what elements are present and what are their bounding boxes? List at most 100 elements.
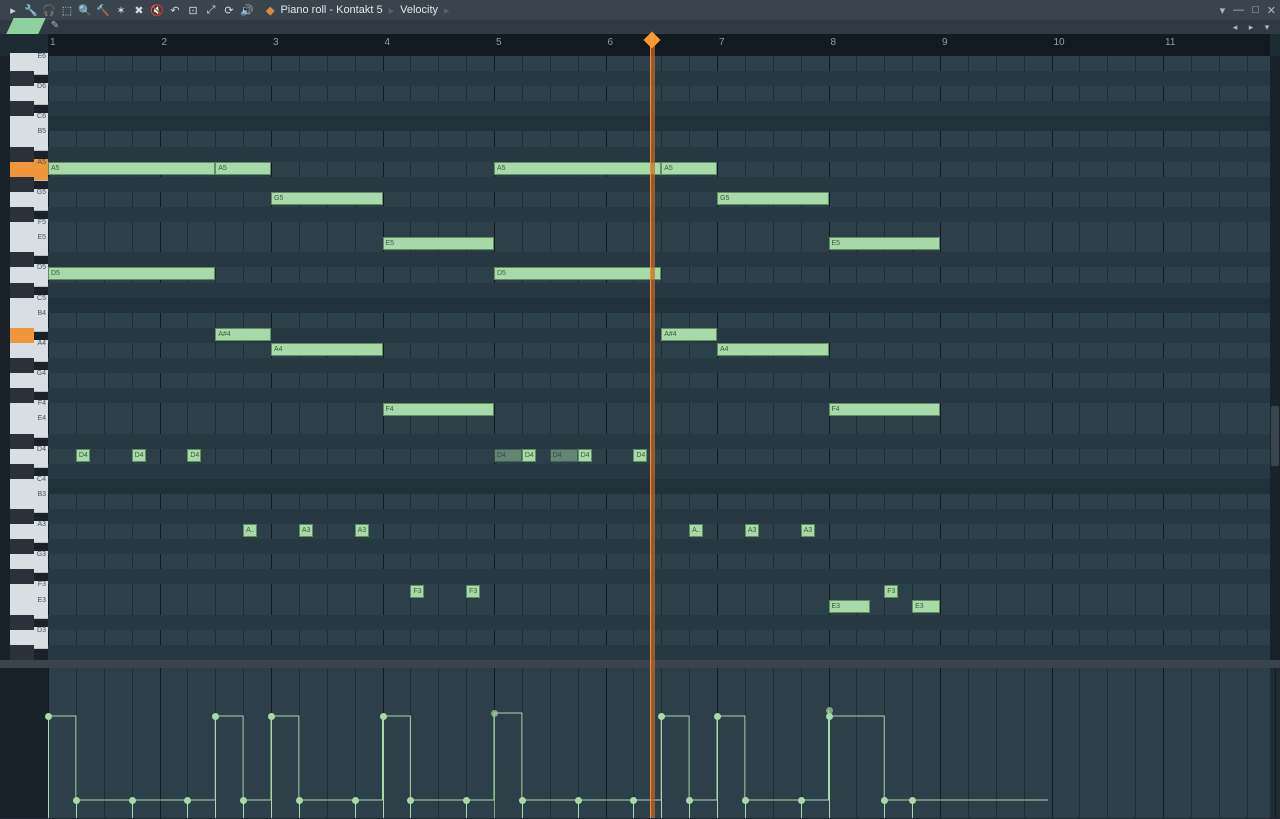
tool-icon-1[interactable]: 🔧 [24, 4, 38, 17]
black-key[interactable] [10, 434, 34, 449]
velocity-stick[interactable] [76, 800, 77, 818]
window-button-0[interactable]: ▾ [1220, 4, 1226, 17]
midi-note[interactable]: D4 [578, 449, 592, 462]
velocity-stick[interactable] [522, 800, 523, 818]
midi-note[interactable]: F4 [383, 403, 495, 416]
black-key[interactable] [10, 615, 34, 630]
black-key[interactable] [10, 101, 34, 116]
midi-note[interactable]: D4 [187, 449, 201, 462]
velocity-stick[interactable] [271, 716, 272, 818]
midi-note[interactable]: D4 [494, 449, 522, 462]
midi-note[interactable]: D4 [550, 449, 578, 462]
velocity-stick[interactable] [829, 716, 830, 818]
black-key[interactable] [10, 464, 34, 479]
midi-note[interactable]: A4 [717, 343, 829, 356]
midi-note[interactable]: A5 [215, 162, 271, 175]
black-key[interactable] [10, 645, 34, 660]
window-button-3[interactable]: ✕ [1267, 4, 1276, 17]
vertical-scrollbar[interactable] [1270, 56, 1280, 660]
velocity-stick[interactable] [717, 716, 718, 818]
velocity-stick[interactable] [912, 800, 913, 818]
velocity-stick[interactable] [578, 800, 579, 818]
tool-icon-4[interactable]: 🔍 [78, 4, 92, 17]
velocity-stick[interactable] [187, 800, 188, 818]
black-key[interactable] [10, 569, 34, 584]
window-button-2[interactable]: □ [1252, 4, 1259, 16]
velocity-stick[interactable] [383, 716, 384, 818]
tool-icon-12[interactable]: ⟳ [222, 4, 236, 17]
velocity-stick[interactable] [661, 716, 662, 818]
midi-note[interactable]: E3 [912, 600, 940, 613]
midi-note[interactable]: D5 [48, 267, 215, 280]
velocity-stick[interactable] [801, 800, 802, 818]
velocity-stick[interactable] [410, 800, 411, 818]
window-button-1[interactable]: — [1233, 4, 1244, 16]
black-key[interactable] [10, 71, 34, 86]
tool-icon-9[interactable]: ↶ [168, 4, 182, 17]
tool-icon-5[interactable]: 🔨 [96, 4, 110, 17]
midi-note[interactable]: F4 [829, 403, 941, 416]
midi-note[interactable]: D4 [132, 449, 146, 462]
midi-note[interactable]: A#4 [661, 328, 717, 341]
midi-note[interactable]: F3 [466, 585, 480, 598]
velocity-stick[interactable] [633, 800, 634, 818]
black-key[interactable] [10, 509, 34, 524]
tool-icon-3[interactable]: ⬚ [60, 4, 74, 17]
velocity-stick[interactable] [355, 800, 356, 818]
midi-note[interactable]: A.. [689, 524, 703, 537]
draw-tool-icon[interactable]: ✎ [48, 20, 62, 34]
midi-note[interactable]: A3 [355, 524, 369, 537]
midi-note[interactable]: F3 [884, 585, 898, 598]
midi-note[interactable]: D4 [633, 449, 647, 462]
black-key[interactable] [10, 177, 34, 192]
midi-note[interactable]: G5 [271, 192, 383, 205]
velocity-stick[interactable] [48, 716, 49, 818]
tool-icon-7[interactable]: ✖ [132, 4, 146, 17]
tool-icon-13[interactable]: 🔊 [240, 4, 254, 17]
midi-note[interactable]: E5 [829, 237, 941, 250]
black-key[interactable] [10, 283, 34, 298]
midi-note[interactable]: A5 [661, 162, 717, 175]
midi-note[interactable]: A5 [48, 162, 215, 175]
midi-note[interactable]: A.. [243, 524, 257, 537]
nav-btn-0[interactable]: ◂ [1228, 20, 1242, 34]
velocity-stick[interactable] [299, 800, 300, 818]
midi-note[interactable]: F3 [410, 585, 424, 598]
piano-keyboard[interactable]: E6D6C6B5A5G5F5E5D5C5B4A4G4F4E4D4C4B3A3G3… [0, 56, 48, 660]
midi-note[interactable]: E3 [829, 600, 871, 613]
midi-note[interactable]: D4 [522, 449, 536, 462]
black-key[interactable] [10, 147, 34, 162]
black-key[interactable] [10, 358, 34, 373]
velocity-stick[interactable] [745, 800, 746, 818]
tool-icon-2[interactable]: 🎧 [42, 4, 56, 17]
splitter-handle[interactable] [0, 660, 1280, 668]
midi-note[interactable]: G5 [717, 192, 829, 205]
black-key[interactable] [10, 207, 34, 222]
black-key[interactable] [10, 252, 34, 267]
midi-note[interactable]: A5 [494, 162, 661, 175]
timeline-ruler[interactable]: 1234567891011 [48, 34, 1270, 57]
tool-icon-8[interactable]: 🔇 [150, 4, 164, 17]
velocity-stick[interactable] [884, 800, 885, 818]
tool-icon-10[interactable]: ⊡ [186, 4, 200, 17]
midi-note[interactable]: A#4 [215, 328, 271, 341]
tool-icon-0[interactable]: ▸ [6, 4, 20, 17]
tool-icon-6[interactable]: ✶ [114, 4, 128, 17]
black-key[interactable] [10, 328, 34, 343]
midi-note[interactable]: A4 [271, 343, 383, 356]
velocity-stick[interactable] [689, 800, 690, 818]
midi-note[interactable]: A3 [801, 524, 815, 537]
note-grid[interactable]: A5A5G5E5D5A#4A4F4A5A5D5G5A#4A4E5F4D4D4D4… [48, 56, 1270, 660]
tool-icon-11[interactable]: ⤢ [204, 4, 218, 17]
black-key[interactable] [10, 539, 34, 554]
pattern-tab[interactable] [6, 18, 45, 34]
midi-note[interactable]: A3 [745, 524, 759, 537]
midi-note[interactable]: E5 [383, 237, 495, 250]
midi-note[interactable]: D4 [76, 449, 90, 462]
velocity-stick[interactable] [243, 800, 244, 818]
velocity-stick[interactable] [494, 713, 495, 818]
velocity-stick[interactable] [215, 716, 216, 818]
midi-note[interactable]: A3 [299, 524, 313, 537]
midi-note[interactable]: D5 [494, 267, 661, 280]
velocity-stick[interactable] [466, 800, 467, 818]
